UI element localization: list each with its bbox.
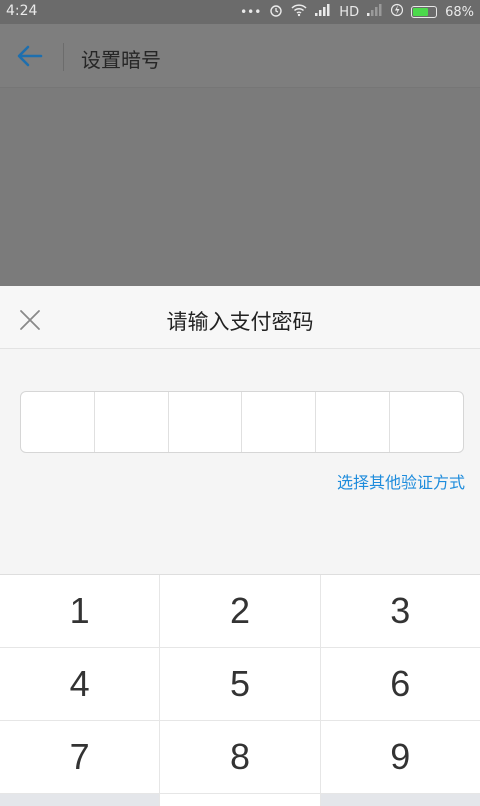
key-8[interactable]: 8	[160, 721, 321, 793]
key-7[interactable]: 7	[0, 721, 161, 793]
app-header: 设置暗号	[0, 24, 480, 88]
signal-icon	[315, 4, 331, 20]
key-6[interactable]: 6	[321, 648, 480, 720]
key-5[interactable]: 5	[160, 648, 321, 720]
key-9[interactable]: 9	[321, 721, 480, 793]
key-3[interactable]: 3	[321, 575, 480, 647]
password-cell[interactable]	[21, 392, 95, 452]
page-title: 设置暗号	[81, 48, 161, 72]
key-1[interactable]: 1	[0, 575, 161, 647]
password-input[interactable]	[20, 391, 464, 453]
password-cell[interactable]	[390, 392, 463, 452]
status-bar: 4:24 ••• HD 68%	[0, 0, 480, 24]
battery-percent: 68%	[445, 4, 474, 20]
key-delete[interactable]	[320, 794, 480, 806]
password-cell[interactable]	[316, 392, 391, 452]
status-icons: ••• HD 68%	[240, 3, 474, 21]
battery-icon	[411, 6, 438, 18]
keypad-row: 4 5 6	[0, 648, 480, 721]
alarm-icon	[269, 3, 283, 21]
key-2[interactable]: 2	[160, 575, 321, 647]
wifi-icon	[291, 3, 307, 21]
key-4[interactable]: 4	[0, 648, 161, 720]
alt-verify-link[interactable]: 选择其他验证方式	[337, 469, 465, 493]
password-cell[interactable]	[95, 392, 169, 452]
password-cell[interactable]	[169, 392, 243, 452]
header-divider	[63, 43, 64, 71]
network-type: HD	[339, 4, 360, 20]
payment-password-sheet: 请输入支付密码 选择其他验证方式 1 2 3 4 5 6 7 8 9	[0, 286, 480, 806]
keypad-row-cutoff	[0, 794, 480, 806]
numeric-keypad: 1 2 3 4 5 6 7 8 9	[0, 574, 480, 806]
back-button[interactable]	[12, 38, 48, 74]
charging-icon	[390, 3, 404, 21]
key-blank	[0, 794, 161, 806]
keypad-row: 7 8 9	[0, 721, 480, 794]
more-dots-icon: •••	[240, 5, 262, 19]
password-cell[interactable]	[242, 392, 317, 452]
sheet-title: 请输入支付密码	[166, 310, 314, 334]
status-time: 4:24	[6, 3, 38, 19]
arrow-left-icon	[17, 45, 43, 67]
keypad-row: 1 2 3	[0, 575, 480, 648]
key-0[interactable]	[160, 794, 321, 806]
signal-weak-icon	[367, 4, 383, 20]
sheet-header: 请输入支付密码	[0, 286, 480, 349]
